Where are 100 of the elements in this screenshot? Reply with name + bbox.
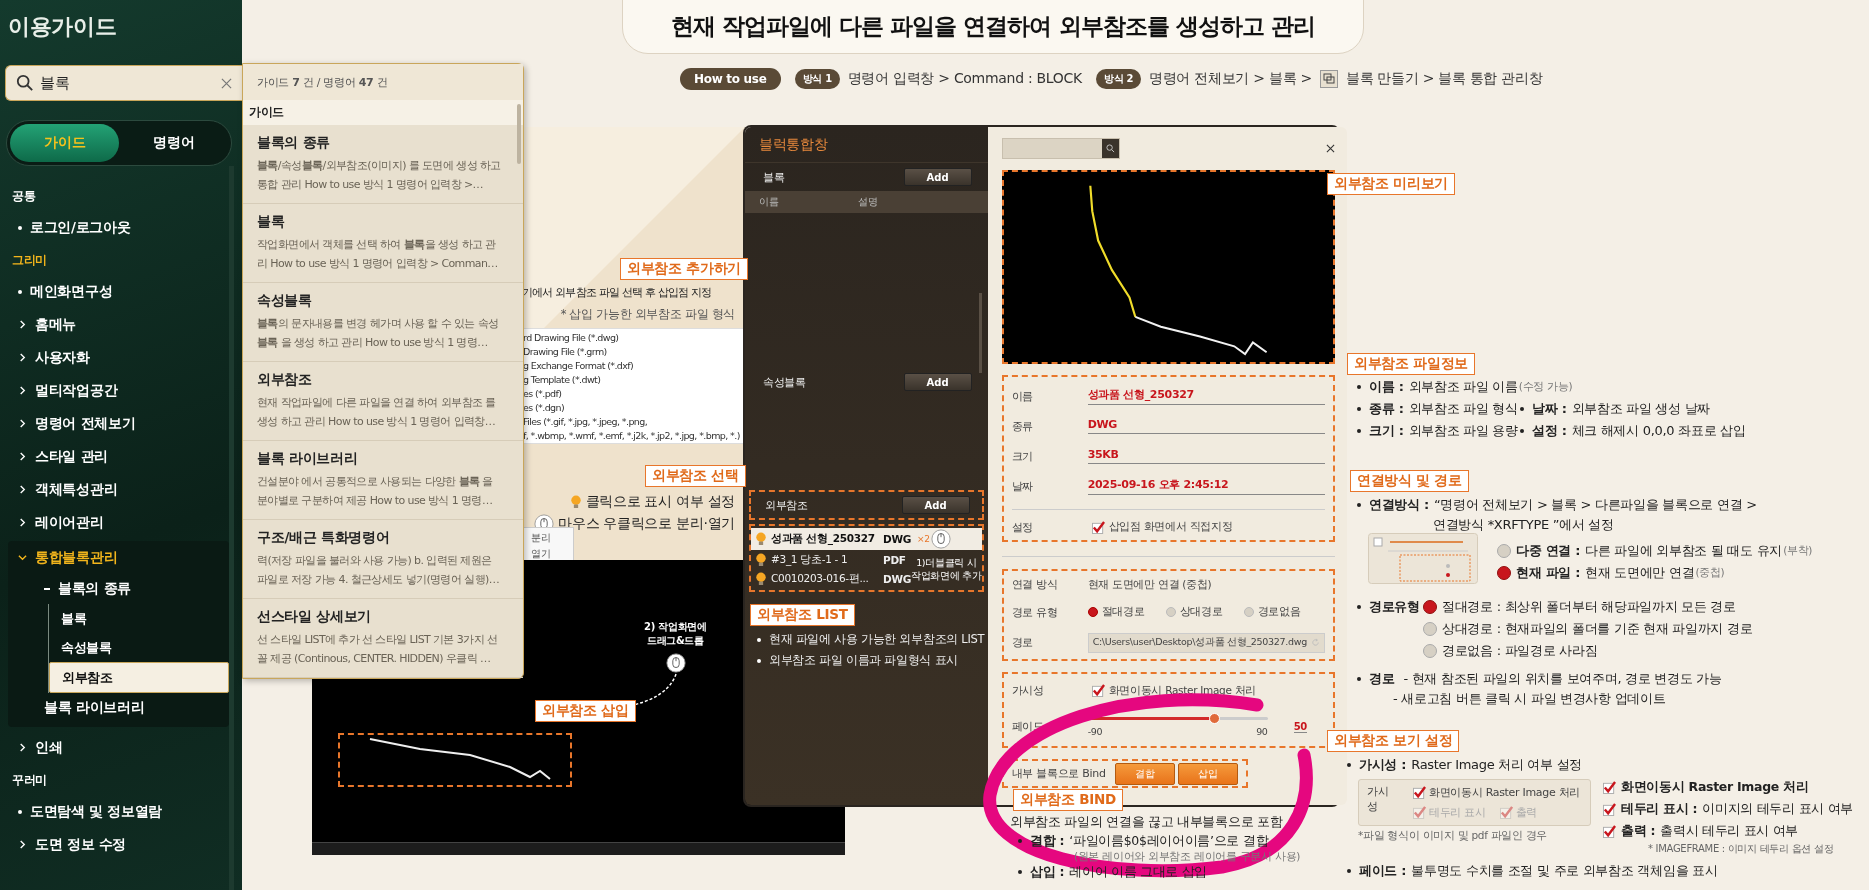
double-click-note: 1)더블클릭 시: [916, 556, 977, 569]
checkbox-label: 테두리 표시: [1428, 804, 1486, 820]
nav-link[interactable]: 인쇄: [0, 731, 229, 764]
bullet-icon: [1520, 429, 1524, 433]
search-result[interactable]: 속성블록 블록의 문자내용를 변경 헤가며 사용 할 수 있는 속성 블록 을 생성 하고 관리 How to use 방식 1 명령…: [243, 283, 523, 362]
lightbulb-icon: [755, 532, 767, 546]
search-field[interactable]: [1001, 138, 1120, 159]
radio-button[interactable]: [1243, 607, 1254, 618]
radio-button[interactable]: [1165, 607, 1176, 618]
note-term: 화면이동시 Raster Image 처리: [1621, 778, 1809, 796]
menu-item[interactable]: 열기: [523, 546, 573, 562]
search-result[interactable]: 외부참조 현재 작업파일에 다른 파일을 연결 하여 외부참조 를 생성 하고 관리 How to use 방식 1 명령어 입력창…: [243, 362, 523, 441]
file-format-item[interactable]: es (*.pdf): [523, 387, 562, 401]
field-value[interactable]: DWG: [1087, 418, 1325, 434]
nav-link[interactable]: 메인화면구성: [0, 275, 229, 308]
nav-link[interactable]: 블록 라이브러리: [8, 693, 229, 723]
path-field[interactable]: C:\Users\user\Desktop\성과품 선형_250327.dwg: [1087, 632, 1325, 653]
radio-label: 경로없음: [1257, 605, 1301, 620]
file-format-item[interactable]: g Template (*.dwt): [523, 373, 601, 387]
radio-label: 절대경로: [1101, 605, 1145, 620]
checkbox[interactable]: [1603, 780, 1616, 794]
section-heading: 그리미: [11, 252, 49, 269]
note-term: 경로: [1369, 670, 1395, 688]
slider-value[interactable]: 50: [1293, 720, 1307, 733]
checkbox[interactable]: [1412, 786, 1426, 800]
file-format-item[interactable]: Drawing File (*.grm): [523, 345, 607, 359]
scrollbar-thumb[interactable]: [517, 104, 521, 164]
note-term: 연결방식 :: [1369, 496, 1429, 514]
file-format-item[interactable]: Files (*.gif, *.jpg, *.jpeg, *.png,: [523, 415, 648, 429]
note-text: ‘파일이름$0$레이어이름’으로 결합: [1069, 832, 1269, 850]
nav-link[interactable]: 객체특성관리: [0, 473, 229, 506]
lightbulb-icon: [569, 495, 582, 509]
search-icon[interactable]: [1105, 144, 1115, 153]
search-result[interactable]: 구조/배근 특화명령어 력(저장 파일을 불러와 사용 가능) b. 입력된 제원은 파일로 저장 가능 4. 철근상세도 넣기(명령어 실행)…: [243, 520, 523, 599]
file-format-item[interactable]: rd Drawing File (*.dwg): [523, 331, 619, 345]
how-to-label: How to use: [680, 68, 781, 90]
nav-link[interactable]: 블록: [49, 604, 229, 633]
file-format-item[interactable]: es (*.dgn): [523, 401, 565, 415]
nav-link[interactable]: 도면 정보 수정: [0, 828, 229, 861]
column-header: 설명: [858, 195, 878, 209]
note-text: 외부참조 파일 용량: [1408, 422, 1518, 440]
results-section-heading: 가이드: [243, 100, 523, 125]
page-title: 현재 작업파일에 다른 파일을 연결하여 외부참조를 생성하고 관리: [671, 11, 1315, 41]
xref-row[interactable]: #3_1 당초-1 - 1 PDF: [751, 550, 911, 569]
file-format-item[interactable]: g Exchange Format (*.dxf): [523, 359, 634, 373]
note-term: 삽입 :: [1030, 863, 1065, 881]
checkbox[interactable]: [1603, 802, 1616, 816]
menu-item[interactable]: 분리: [523, 530, 573, 546]
field-value[interactable]: 2025-09-16 오후 2:45:12: [1087, 477, 1325, 495]
mode-tab[interactable]: 명령어: [119, 124, 228, 162]
nav-link[interactable]: 사용자화: [0, 341, 229, 374]
bullet-icon: [1520, 407, 1524, 411]
nav-link[interactable]: 외부참조: [49, 662, 229, 693]
nav-link[interactable]: 통합블록관리: [8, 541, 229, 574]
add-button[interactable]: Add: [903, 168, 972, 186]
double-click-note: 작업화면에 추가: [911, 569, 982, 582]
method-path: 명령어 전체보기 > 블록 >: [1149, 70, 1312, 88]
checkbox[interactable]: [1091, 520, 1105, 534]
slider-thumb[interactable]: [1208, 712, 1220, 724]
note-term: 가시성 :: [1359, 756, 1407, 774]
drag-note: 2) 작업화면에: [644, 620, 707, 634]
nav-link[interactable]: 도면탐색 및 정보열람: [0, 795, 229, 828]
field-value[interactable]: 35KB: [1087, 448, 1325, 464]
note-text: 외부참조 파일 형식: [1408, 400, 1518, 418]
search-field[interactable]: 블록: [5, 65, 242, 101]
checkbox[interactable]: [1603, 824, 1616, 838]
nav-link[interactable]: 명령어 전체보기: [0, 407, 229, 440]
note-text: 절대경로 : 최상위 폴더부터 해당파일까지 모든 경로: [1442, 598, 1736, 616]
close-icon[interactable]: [1325, 144, 1335, 153]
search-result[interactable]: 블록 라이브러리 건설분야 에서 공통적으로 사용되는 다양한 블록 을 분야별로 구분하여 제공 How to use 방식 1 명령…: [243, 441, 523, 520]
checkbox[interactable]: [1091, 684, 1105, 698]
field-label: 설정: [1011, 519, 1035, 535]
nav-link[interactable]: 스타일 관리: [0, 440, 229, 473]
search-result[interactable]: 블록 작업화면에서 객체를 선택 하여 블록을 생성 하고 관리 How to use 방식 1 명령어 입력창 > Comman…: [243, 204, 523, 283]
result-snippet: 력(저장 파일을 불러와 사용 가능) b. 입력된 제원은 파일로 저장 가능 4. 철근상세도 넣기(명령어 실행)…: [257, 553, 501, 588]
nav-link[interactable]: 멀티작업공간: [0, 374, 229, 407]
callout-label: 외부참조 미리보기: [1327, 173, 1455, 195]
search-result[interactable]: 선스타일 상세보기 선 스타일 LIST에 추가 선 스타일 LIST 기본 3가지 선 꼴 제공 (Continous, CENTER. HIDDEN) 우클릭 …: [243, 599, 523, 678]
xref-row[interactable]: C0010203-016-편... DWG: [751, 569, 911, 588]
radio-button[interactable]: [1087, 607, 1098, 618]
bullet-icon: [1357, 407, 1361, 411]
add-button[interactable]: Add: [901, 496, 970, 514]
callout-label: 외부참조 선택: [645, 465, 746, 487]
nav-link[interactable]: 레이어관리: [0, 506, 229, 539]
nav-link[interactable]: 로그인/로그아웃: [0, 211, 229, 244]
xref-row[interactable]: 성과품 선형_250327 DWG: [751, 528, 911, 550]
field-value[interactable]: 성과품 선형_250327: [1087, 387, 1325, 405]
xref-type: DWG: [882, 572, 911, 585]
result-title: 블록 라이브러리: [257, 450, 359, 468]
note-text: (중첩): [1695, 566, 1725, 580]
click-count: ×2: [917, 534, 930, 544]
nav-link[interactable]: 블록의 종류: [8, 574, 229, 604]
note-text: (수정 가능): [1518, 380, 1573, 394]
add-button[interactable]: Add: [903, 373, 972, 391]
scrollbar-thumb[interactable]: [978, 293, 982, 373]
note-text: * IMAGEFRAME : 이미지 테두리 옵션 설정: [1648, 842, 1834, 856]
nav-link[interactable]: 홈메뉴: [0, 308, 229, 341]
nav-link[interactable]: 속성블록: [49, 633, 229, 662]
clear-icon[interactable]: [221, 77, 232, 89]
bullet-icon: [1357, 385, 1361, 389]
